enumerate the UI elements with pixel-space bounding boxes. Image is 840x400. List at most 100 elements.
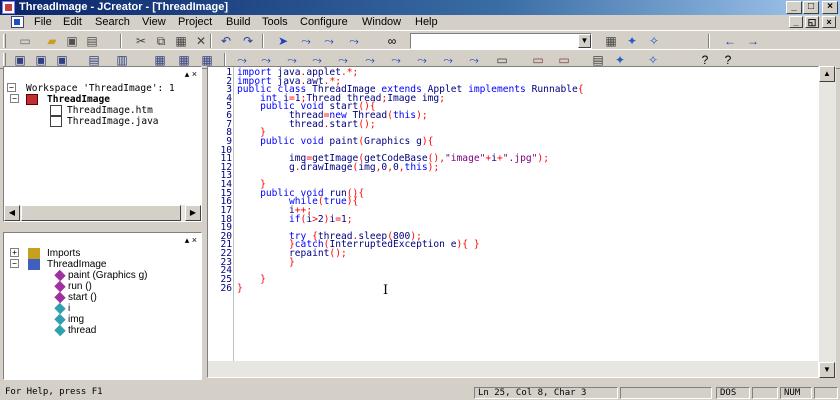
scroll-up-button[interactable]: ▲ xyxy=(819,66,835,82)
menu-search[interactable]: Search xyxy=(95,16,130,29)
member-item[interactable]: i xyxy=(68,303,70,314)
code-text[interactable]: } xyxy=(237,257,295,268)
mdi-minimize-button[interactable]: _ xyxy=(789,16,803,28)
member-item[interactable]: start () xyxy=(68,292,97,303)
class-view-panel: ▴ × + Imports − ThreadImage paint (Graph… xyxy=(3,232,202,380)
status-num: NUM xyxy=(780,387,812,399)
chevron-down-icon[interactable]: ▼ xyxy=(578,34,591,48)
find-next-icon[interactable]: ▦ xyxy=(603,33,619,49)
status-empty xyxy=(814,387,838,399)
standard-toolbar: ▭ ▰ ▣ ▤ ✂ ⧉ ▦ ✕ ↶ ↷ ➤ ⤳ ⤳ ⤳ ∞ ▼ ▦ ✦ ✧ ← … xyxy=(0,30,840,50)
class-icon xyxy=(28,259,40,270)
file-icon xyxy=(50,105,62,116)
file-item[interactable]: ThreadImage.htm xyxy=(67,105,153,116)
class-node[interactable]: ThreadImage xyxy=(47,259,106,270)
jcreator-app-icon[interactable] xyxy=(2,1,15,14)
find-binoculars-icon[interactable]: ∞ xyxy=(384,33,400,49)
menu-edit[interactable]: Edit xyxy=(63,16,82,29)
status-help: For Help, press F1 xyxy=(5,387,103,397)
new-file-icon[interactable]: ▭ xyxy=(17,33,33,49)
workspace-title[interactable]: Workspace 'ThreadImage': 1 xyxy=(26,83,175,94)
maximize-button[interactable]: □ xyxy=(803,1,819,14)
workspace-panel: ▴ × − Workspace 'ThreadImage': 1 − Threa… xyxy=(3,66,202,222)
bookmark-prev-icon[interactable]: ⤳ xyxy=(321,33,337,49)
copy-icon[interactable]: ⧉ xyxy=(153,33,169,49)
undo-icon[interactable]: ↶ xyxy=(218,33,234,49)
menu-window[interactable]: Window xyxy=(362,16,401,29)
expand-toggle[interactable]: + xyxy=(10,248,19,257)
status-mode: DOS xyxy=(716,387,750,399)
line-number: 26 xyxy=(220,282,232,294)
scroll-down-button[interactable]: ▼ xyxy=(819,362,835,378)
code-text[interactable]: public void paint(Graphics g){ xyxy=(237,137,433,147)
editor-horizontal-scrollbar[interactable] xyxy=(208,361,818,377)
horizontal-scrollbar[interactable]: ◀ ▶ xyxy=(4,205,201,221)
scroll-thumb[interactable] xyxy=(21,205,181,221)
window-title: ThreadImage - JCreator - [ThreadImage] xyxy=(19,1,229,13)
toolbar-separator xyxy=(708,34,710,48)
collapse-toggle[interactable]: − xyxy=(10,259,19,268)
toolbar-separator xyxy=(210,34,212,48)
menu-build[interactable]: Build xyxy=(226,16,250,29)
menu-help[interactable]: Help xyxy=(415,16,438,29)
file-icon xyxy=(50,116,62,127)
menu-project[interactable]: Project xyxy=(178,16,212,29)
code-text[interactable]: if(i>2)i=1; xyxy=(237,214,353,225)
menu-file[interactable]: File xyxy=(34,16,52,29)
menu-bar: File Edit Search View Project Build Tool… xyxy=(0,15,840,30)
paste-icon[interactable]: ▦ xyxy=(173,33,189,49)
toolbar-separator xyxy=(262,34,264,48)
find-combo[interactable]: ▼ xyxy=(410,33,592,49)
bookmark-toggle-icon[interactable]: ➤ xyxy=(275,33,291,49)
status-bar: For Help, press F1 Ln 25, Col 8, Char 3 … xyxy=(0,386,840,400)
code-editor[interactable]: 1 import java.applet.*; 2 import java.awt.*… xyxy=(207,66,819,378)
imports-icon xyxy=(28,248,40,259)
method-icon xyxy=(54,269,66,282)
panel-controls[interactable]: ▴ × xyxy=(185,235,197,246)
method-icon xyxy=(54,291,66,304)
find-prev-icon[interactable]: ✦ xyxy=(624,33,640,49)
redo-icon[interactable]: ↷ xyxy=(240,33,256,49)
field-icon xyxy=(54,313,66,326)
imports-node[interactable]: Imports xyxy=(47,248,80,259)
member-item[interactable]: run () xyxy=(68,281,92,292)
bookmark-next-icon[interactable]: ⤳ xyxy=(298,33,314,49)
menu-view[interactable]: View xyxy=(142,16,166,29)
open-folder-icon[interactable]: ▰ xyxy=(44,33,60,49)
project-icon xyxy=(26,94,38,105)
file-item[interactable]: ThreadImage.java xyxy=(67,116,159,127)
scroll-right-button[interactable]: ▶ xyxy=(185,205,201,221)
member-item[interactable]: img xyxy=(68,314,84,325)
member-item[interactable]: paint (Graphics g) xyxy=(68,270,147,281)
collapse-toggle[interactable]: − xyxy=(7,83,16,92)
toolbar-separator xyxy=(120,34,122,48)
document-icon[interactable] xyxy=(11,16,24,28)
replace-icon[interactable]: ✧ xyxy=(646,33,662,49)
status-empty xyxy=(620,387,712,399)
mdi-restore-button[interactable]: ◱ xyxy=(805,16,819,28)
title-bar: ThreadImage - JCreator - [ThreadImage] _… xyxy=(0,0,840,15)
save-icon[interactable]: ▣ xyxy=(64,33,80,49)
bookmark-clear-icon[interactable]: ⤳ xyxy=(346,33,362,49)
collapse-toggle[interactable]: − xyxy=(10,94,19,103)
panel-controls[interactable]: ▴ × xyxy=(185,69,197,80)
toolbar-grip[interactable] xyxy=(3,53,6,67)
code-text[interactable]: g.drawImage(img,0,0,this); xyxy=(237,163,439,173)
code-text[interactable]: } xyxy=(237,283,243,294)
cut-icon[interactable]: ✂ xyxy=(133,33,149,49)
menu-tools[interactable]: Tools xyxy=(262,16,288,29)
member-item[interactable]: thread xyxy=(68,325,96,336)
toolbar-grip[interactable] xyxy=(3,34,6,48)
delete-icon[interactable]: ✕ xyxy=(193,33,209,49)
toolbar-separator xyxy=(224,53,226,67)
mdi-close-button[interactable]: × xyxy=(822,16,836,28)
menu-configure[interactable]: Configure xyxy=(300,16,348,29)
scroll-left-button[interactable]: ◀ xyxy=(4,205,20,221)
close-button[interactable]: × xyxy=(822,1,838,14)
project-name[interactable]: ThreadImage xyxy=(47,94,110,105)
save-all-icon[interactable]: ▤ xyxy=(84,33,100,49)
minimize-button[interactable]: _ xyxy=(786,1,802,14)
go-back-icon[interactable]: ← xyxy=(722,33,738,49)
go-forward-icon[interactable]: → xyxy=(745,33,761,49)
editor-vertical-scrollbar[interactable]: ▲ ▼ xyxy=(819,66,836,378)
